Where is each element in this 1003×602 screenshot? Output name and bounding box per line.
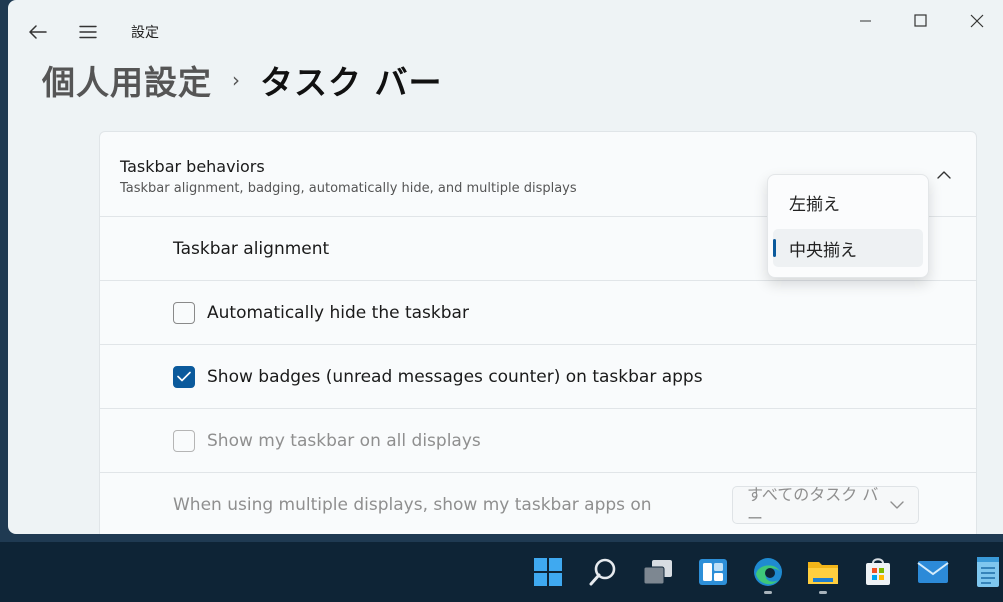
auto-hide-checkbox[interactable] <box>173 301 195 324</box>
chevron-down-icon <box>890 500 904 510</box>
badges-toggle[interactable]: Show badges (unread messages counter) on… <box>173 345 703 408</box>
breadcrumb-separator: › <box>232 68 240 92</box>
hamburger-icon <box>79 25 97 39</box>
dropdown-option-label: 中央揃え <box>789 240 857 261</box>
maximize-button[interactable] <box>901 8 941 34</box>
widgets-icon[interactable] <box>695 554 731 590</box>
store-icon[interactable] <box>860 554 896 590</box>
chevron-up-icon <box>937 170 951 179</box>
dropdown-option-center[interactable]: 中央揃え <box>773 229 923 267</box>
minimize-icon <box>860 20 871 22</box>
dropdown-option-label: 左揃え <box>789 194 840 215</box>
section-subtitle: Taskbar alignment, badging, automaticall… <box>120 181 577 196</box>
auto-hide-row: Automatically hide the taskbar <box>100 281 976 345</box>
auto-hide-toggle[interactable]: Automatically hide the taskbar <box>173 281 469 344</box>
breadcrumb: 個人用設定 › タスク バー <box>42 56 443 104</box>
close-icon <box>970 14 984 28</box>
multi-display-value: すべてのタスク バー <box>747 485 879 528</box>
all-displays-checkbox[interactable] <box>173 429 195 452</box>
page-title: タスク バー <box>260 63 443 102</box>
edge-icon[interactable] <box>750 554 786 590</box>
back-button[interactable] <box>26 20 50 44</box>
multi-display-label: When using multiple displays, show my ta… <box>173 494 652 515</box>
multi-display-row: When using multiple displays, show my ta… <box>100 473 976 534</box>
badges-checkbox[interactable] <box>173 365 195 388</box>
auto-hide-label: Automatically hide the taskbar <box>207 302 469 323</box>
notepad-icon[interactable] <box>970 554 1003 590</box>
breadcrumb-parent[interactable]: 個人用設定 <box>42 56 212 104</box>
collapse-button[interactable] <box>928 162 960 186</box>
navigation-menu-button[interactable] <box>76 20 100 44</box>
task-view-icon[interactable] <box>640 554 676 590</box>
file-explorer-running-indicator <box>819 591 827 594</box>
taskbar-alignment-label: Taskbar alignment <box>173 238 330 259</box>
app-title: 設定 <box>131 25 159 41</box>
checkmark-icon <box>177 371 191 382</box>
file-explorer-icon[interactable] <box>805 554 841 590</box>
dropdown-option-left[interactable]: 左揃え <box>773 183 923 221</box>
selection-indicator <box>773 239 776 257</box>
badges-row: Show badges (unread messages counter) on… <box>100 345 976 409</box>
section-title: Taskbar behaviors <box>120 157 265 176</box>
title-bar: 設定 <box>8 0 1003 60</box>
search-icon[interactable] <box>585 554 621 590</box>
minimize-button[interactable] <box>846 8 886 34</box>
badges-label: Show badges (unread messages counter) on… <box>207 366 703 387</box>
close-button[interactable] <box>957 8 997 34</box>
mail-icon[interactable] <box>915 554 951 590</box>
all-displays-label: Show my taskbar on all displays <box>207 430 481 451</box>
back-arrow-icon <box>29 25 47 39</box>
all-displays-toggle[interactable]: Show my taskbar on all displays <box>173 409 481 472</box>
multi-display-select[interactable]: すべてのタスク バー <box>732 485 919 528</box>
maximize-icon <box>914 14 927 27</box>
start-icon[interactable] <box>530 554 566 590</box>
settings-window: 設定 個人用設定 › タスク バー Taskbar behaviors Task… <box>8 0 1003 534</box>
taskbar <box>0 542 1003 602</box>
alignment-dropdown-menu: 左揃え 中央揃え <box>767 174 929 278</box>
edge-running-indicator <box>764 591 772 594</box>
all-displays-row: Show my taskbar on all displays <box>100 409 976 473</box>
